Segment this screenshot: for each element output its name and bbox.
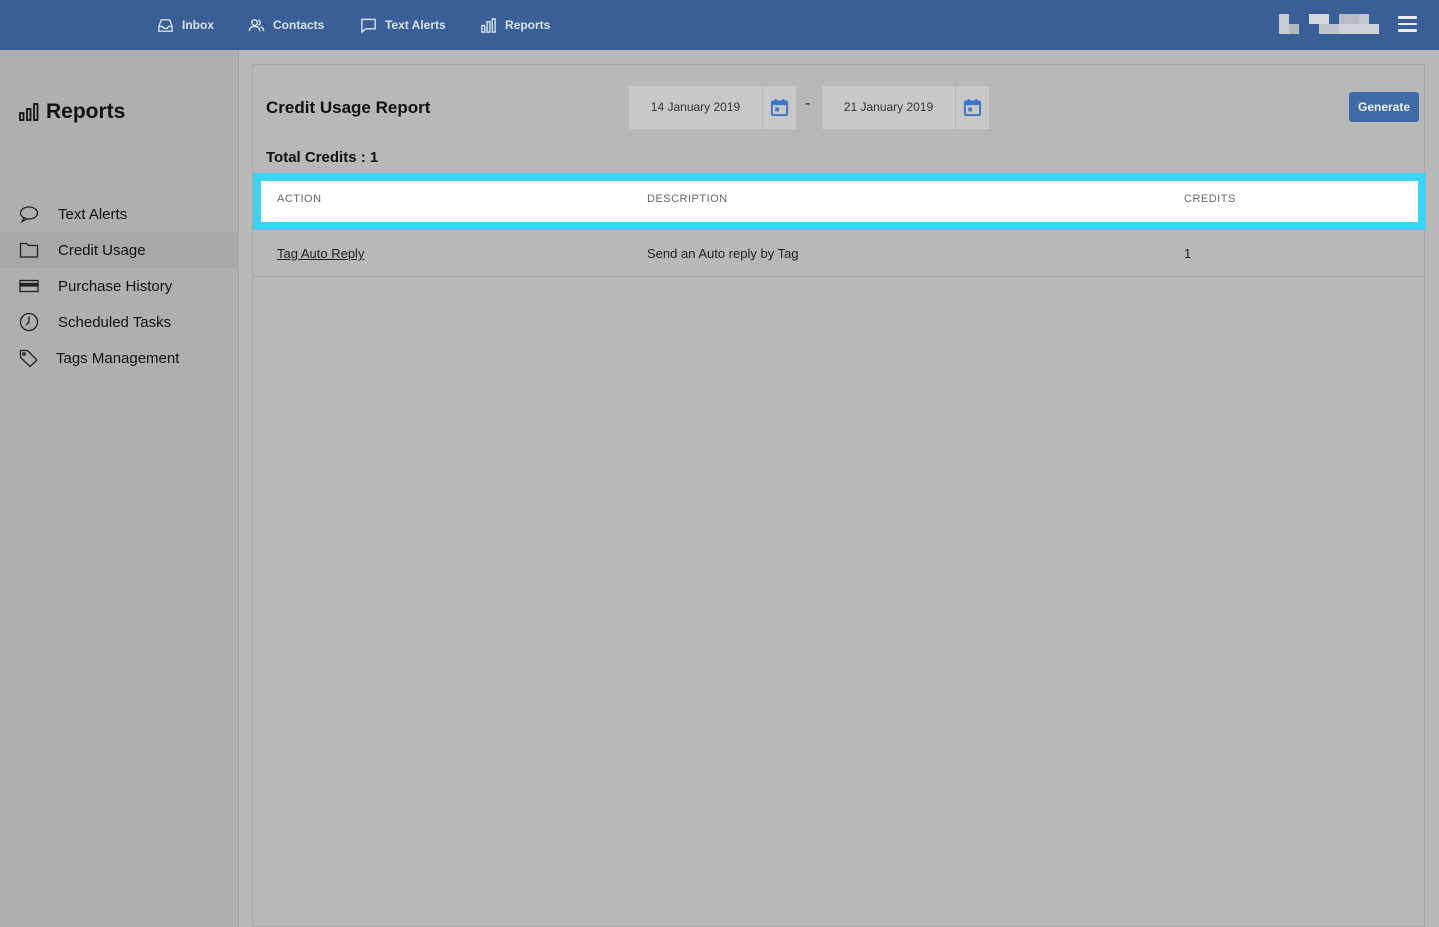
chat-bubble-icon: [361, 18, 376, 34]
inbox-icon: [158, 18, 173, 32]
calendar-icon: [770, 98, 789, 117]
contacts-icon: [248, 18, 265, 31]
sidebar-item-label: Credit Usage: [58, 241, 146, 259]
nav-contacts-label: Contacts: [273, 18, 325, 32]
nav-reports[interactable]: Reports: [480, 0, 550, 50]
end-date-picker[interactable]: 21 January 2019: [822, 86, 989, 129]
hamburger-menu-icon[interactable]: [1398, 16, 1417, 32]
start-date-value[interactable]: 14 January 2019: [629, 86, 762, 129]
table-header: ACTION DESCRIPTION CREDITS: [253, 173, 1426, 230]
end-date-calendar-button[interactable]: [955, 86, 989, 129]
date-range-separator: -: [805, 95, 811, 112]
nav-contacts[interactable]: Contacts: [248, 0, 324, 50]
sidebar-title-label: Reports: [46, 100, 126, 123]
start-date-calendar-button[interactable]: [762, 86, 796, 129]
column-header-action[interactable]: ACTION: [277, 193, 322, 205]
start-date-picker[interactable]: 14 January 2019: [629, 86, 796, 129]
sidebar-item-label: Scheduled Tasks: [58, 313, 172, 331]
top-navigation-bar: Inbox Contacts Text Alerts Reports: [0, 0, 1439, 50]
chat-bubble-icon: [19, 206, 39, 223]
nav-text-alerts[interactable]: Text Alerts: [360, 0, 446, 50]
report-panel: Credit Usage Report 14 January 2019 - 21…: [252, 64, 1426, 927]
total-credits: Total Credits : 1: [266, 149, 379, 166]
sidebar-item-credit-usage[interactable]: Credit Usage: [0, 232, 239, 268]
table-row: Tag Auto Reply Send an Auto reply by Tag…: [253, 230, 1424, 277]
sidebar: Reports Text Alerts Credit Usage Purchas…: [0, 50, 239, 927]
column-header-credits[interactable]: CREDITS: [1184, 193, 1236, 205]
sidebar-item-label: Tags Management: [56, 349, 180, 367]
nav-text-alerts-label: Text Alerts: [385, 18, 446, 32]
column-header-description[interactable]: DESCRIPTION: [647, 193, 728, 205]
nav-inbox[interactable]: Inbox: [157, 0, 214, 50]
description-cell: Send an Auto reply by Tag: [647, 246, 799, 261]
sidebar-title: Reports: [19, 100, 125, 124]
clock-icon: [19, 312, 39, 332]
sidebar-item-text-alerts[interactable]: Text Alerts: [0, 196, 239, 232]
sidebar-item-scheduled-tasks[interactable]: Scheduled Tasks: [0, 304, 239, 340]
page-title: Credit Usage Report: [266, 98, 431, 117]
credits-cell: 1: [1184, 246, 1192, 261]
generate-button[interactable]: Generate: [1349, 92, 1419, 122]
sidebar-item-label: Text Alerts: [58, 205, 128, 223]
bar-chart-icon: [19, 103, 39, 121]
user-avatar-blurred[interactable]: [1279, 14, 1379, 34]
tag-icon: [19, 349, 38, 367]
nav-inbox-label: Inbox: [182, 18, 214, 32]
end-date-value[interactable]: 21 January 2019: [822, 86, 955, 129]
nav-reports-label: Reports: [505, 18, 551, 32]
credit-card-icon: [19, 279, 39, 293]
calendar-icon: [963, 98, 982, 117]
folder-icon: [19, 242, 39, 258]
sidebar-item-label: Purchase History: [58, 277, 173, 295]
sidebar-item-purchase-history[interactable]: Purchase History: [0, 268, 239, 304]
sidebar-item-tags-management[interactable]: Tags Management: [0, 340, 239, 376]
bar-chart-icon: [481, 17, 496, 33]
action-link[interactable]: Tag Auto Reply: [277, 246, 364, 261]
